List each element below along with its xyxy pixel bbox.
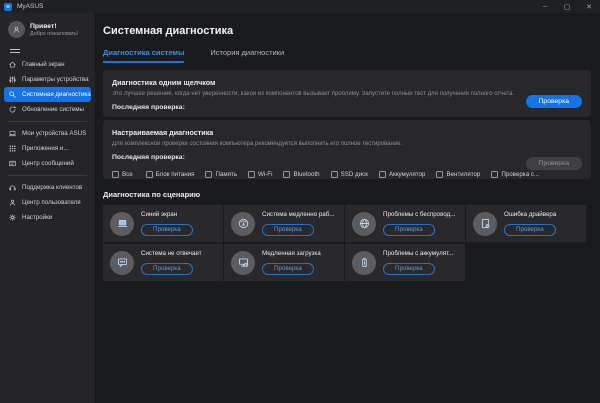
welcome-text: Добро пожаловать! xyxy=(30,31,78,37)
checkbox-power: Блок питания xyxy=(146,171,195,178)
myasus-logo-icon: ≋ xyxy=(4,3,12,11)
sidebar-item-customer-support[interactable]: Поддержка клиентов xyxy=(4,180,91,195)
monitor-clock-icon xyxy=(231,251,255,275)
scenario-card-battery-problems: Проблемы с аккумулят... Проверка xyxy=(345,244,465,281)
checkbox-bluetooth: Bluetooth xyxy=(283,171,319,178)
scenario-check-button[interactable]: Проверка xyxy=(141,263,193,275)
checkbox-check-more-box[interactable] xyxy=(491,171,498,178)
chat-bubble-icon xyxy=(110,251,134,275)
checkbox-all: Все xyxy=(112,171,133,178)
scenario-card-wireless-problems: Проблемы с беспровод... Проверка xyxy=(345,205,465,242)
greeting-text: Привет! xyxy=(30,23,78,30)
sidebar-item-device-settings[interactable]: Параметры устройства xyxy=(4,72,91,87)
myasus-window: ≋ MyASUS – ▢ ✕ Привет! Добро пожаловать!… xyxy=(0,0,600,403)
battery-icon xyxy=(352,251,376,275)
support-headset-icon xyxy=(8,183,17,192)
one-click-last-check-label: Последняя проверка: xyxy=(112,104,582,111)
sidebar-divider xyxy=(8,175,87,176)
custom-last-check-label: Последняя проверка: xyxy=(112,154,582,161)
sidebar-item-settings[interactable]: Настройки xyxy=(4,210,91,225)
home-icon xyxy=(8,60,17,69)
scenario-section-title: Диагностика по сценарию xyxy=(103,190,591,199)
checkbox-battery-box[interactable] xyxy=(379,171,386,178)
diagnostics-search-icon xyxy=(8,90,17,99)
checkbox-power-box[interactable] xyxy=(146,171,153,178)
titlebar: ≋ MyASUS – ▢ ✕ xyxy=(0,0,600,13)
sidebar: Привет! Добро пожаловать! Главный экран … xyxy=(0,13,95,403)
update-icon xyxy=(8,105,17,114)
checkbox-all-box[interactable] xyxy=(112,171,119,178)
scenario-check-button[interactable]: Проверка xyxy=(262,263,314,275)
sidebar-item-home[interactable]: Главный экран xyxy=(4,57,91,72)
user-icon xyxy=(8,198,17,207)
custom-description: Для комплексной проверки состояния компь… xyxy=(112,141,582,147)
scenario-card-system-not-responding: Система не отвечает Проверка xyxy=(103,244,223,281)
sidebar-item-my-devices[interactable]: Мои устройства ASUS xyxy=(4,126,91,141)
checkbox-fan-box[interactable] xyxy=(436,171,443,178)
checkbox-wifi: Wi-Fi xyxy=(248,171,272,178)
tab-bar: Диагностика системы История диагностики xyxy=(103,48,591,63)
checkbox-fan: Вентилятор xyxy=(436,171,480,178)
checkbox-memory: Память xyxy=(205,171,237,178)
checkbox-ssd-box[interactable] xyxy=(331,171,338,178)
scenario-card-slow-boot: Медленная загрузка Проверка xyxy=(224,244,344,281)
globe-icon xyxy=(352,212,376,236)
checkbox-check-more: Проверка с... xyxy=(491,171,539,178)
checkbox-ssd: SSD диск xyxy=(331,171,368,178)
sidebar-item-system-update[interactable]: Обновление системы xyxy=(4,102,91,117)
checkbox-battery: Аккумулятор xyxy=(379,171,426,178)
scenario-check-button[interactable]: Проверка xyxy=(262,224,314,236)
user-profile[interactable]: Привет! Добро пожаловать! xyxy=(0,13,95,42)
avatar xyxy=(8,21,25,38)
scenario-check-button[interactable]: Проверка xyxy=(141,224,193,236)
scenario-card-blue-screen: Синий экран Проверка xyxy=(103,205,223,242)
main-content: Системная диагностика Диагностика систем… xyxy=(95,13,600,403)
laptop-bluescreen-icon xyxy=(110,212,134,236)
sidebar-item-user-center[interactable]: Центр пользователя xyxy=(4,195,91,210)
scenario-check-button[interactable]: Проверка xyxy=(383,263,435,275)
checkbox-wifi-box[interactable] xyxy=(248,171,255,178)
scenario-card-driver-error: Ошибка драйвера Проверка xyxy=(466,205,586,242)
driver-document-icon xyxy=(473,212,497,236)
scenario-card-system-slow: Система медленно раб... Проверка xyxy=(224,205,344,242)
custom-diagnostics-card: Настраиваемая диагностика Для комплексно… xyxy=(103,120,591,179)
tab-diagnostics-history[interactable]: История диагностики xyxy=(210,48,284,63)
message-icon xyxy=(8,159,17,168)
close-button[interactable]: ✕ xyxy=(578,0,600,13)
sidebar-item-message-center[interactable]: Центр сообщений xyxy=(4,156,91,171)
laptop-icon xyxy=(8,129,17,138)
one-click-check-button[interactable]: Проверка xyxy=(526,95,582,108)
gear-icon xyxy=(8,213,17,222)
page-title: Системная диагностика xyxy=(103,25,591,37)
component-checkbox-row: Все Блок питания Память Wi-Fi Bluetooth … xyxy=(112,170,527,179)
tab-system-diagnostics[interactable]: Диагностика системы xyxy=(103,48,184,63)
minimize-button[interactable]: – xyxy=(534,0,556,13)
scenario-check-button[interactable]: Проверка xyxy=(383,224,435,236)
sidebar-item-apps[interactable]: Приложения и... xyxy=(4,141,91,156)
one-click-title: Диагностика одним щелчком xyxy=(112,78,582,87)
window-controls: – ▢ ✕ xyxy=(534,0,600,13)
one-click-description: Это лучшее решение, когда нет уверенност… xyxy=(112,91,582,97)
sliders-icon xyxy=(8,75,17,84)
custom-check-button[interactable]: Проверка xyxy=(526,157,582,170)
app-title: MyASUS xyxy=(17,3,43,10)
apps-grid-icon xyxy=(8,144,17,153)
sidebar-divider xyxy=(8,121,87,122)
checkbox-memory-box[interactable] xyxy=(205,171,212,178)
one-click-diagnostics-card: Диагностика одним щелчком Это лучшее реш… xyxy=(103,70,591,117)
sidebar-item-system-diagnostics[interactable]: Системная диагностика xyxy=(4,87,91,102)
checkbox-bluetooth-box[interactable] xyxy=(283,171,290,178)
custom-title: Настраиваемая диагностика xyxy=(112,128,582,137)
scenario-check-button[interactable]: Проверка xyxy=(504,224,556,236)
sidebar-nav: Главный экран Параметры устройства Систе… xyxy=(0,57,95,225)
hamburger-menu-icon[interactable] xyxy=(10,49,20,53)
dial-slow-icon xyxy=(231,212,255,236)
person-icon xyxy=(12,25,21,34)
maximize-button[interactable]: ▢ xyxy=(556,0,578,13)
scenario-grid: Синий экран Проверка Система медленно ра… xyxy=(103,205,592,283)
